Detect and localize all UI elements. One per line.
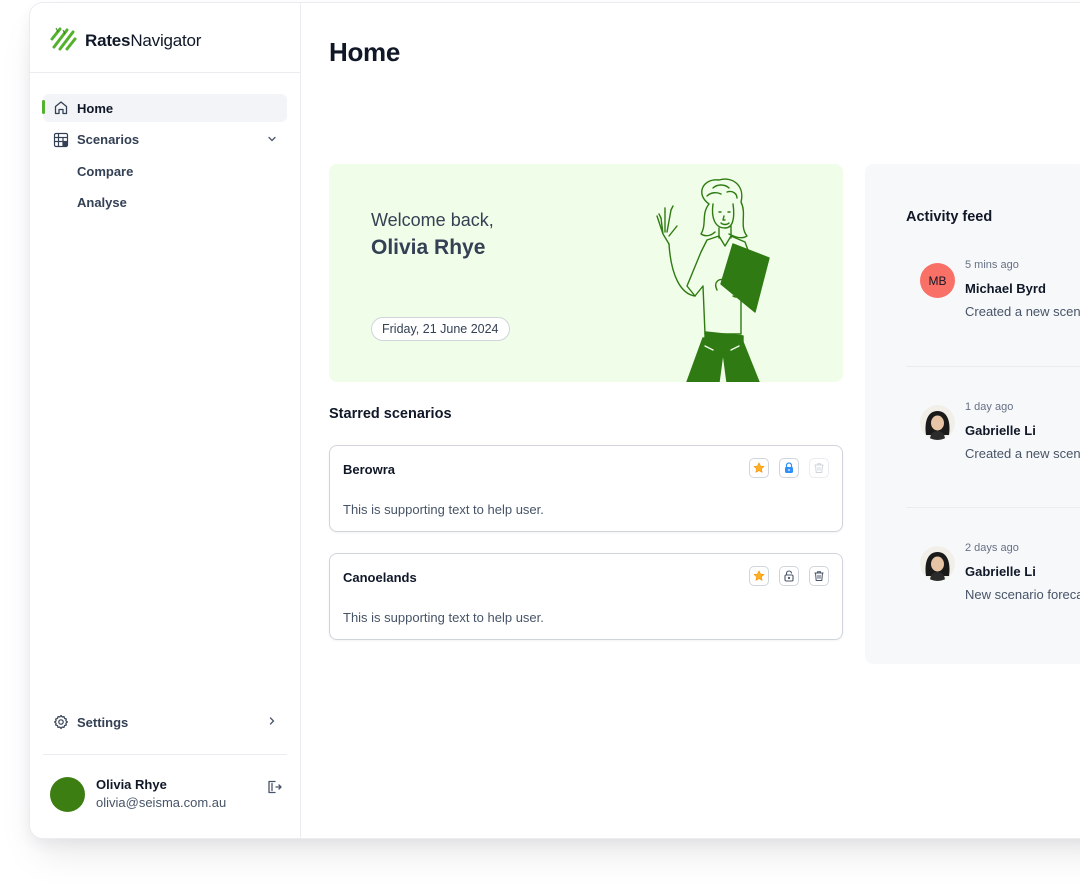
sidebar-divider bbox=[43, 754, 287, 755]
scenario-name: Berowra bbox=[343, 462, 396, 477]
logo-icon bbox=[50, 25, 77, 56]
date-badge: Friday, 21 June 2024 bbox=[371, 317, 510, 341]
user-email: olivia@seisma.com.au bbox=[96, 795, 227, 810]
activity-user: Gabrielle Li bbox=[965, 423, 1036, 438]
sidebar-divider bbox=[30, 72, 300, 73]
page-title: Home bbox=[329, 37, 401, 67]
lock-button[interactable] bbox=[779, 458, 799, 478]
sidebar-item-settings[interactable]: Settings bbox=[43, 708, 287, 736]
chevron-right-icon bbox=[267, 716, 277, 726]
sidebar: RatesNavigator Home Scenarios Compare An… bbox=[30, 3, 301, 838]
scenario-description: This is supporting text to help user. bbox=[343, 610, 544, 625]
activity-divider bbox=[906, 507, 1080, 508]
sidebar-item-scenarios[interactable]: Scenarios bbox=[43, 126, 287, 154]
welcome-name: Olivia Rhye bbox=[371, 236, 486, 259]
starred-scenarios-title: Starred scenarios bbox=[329, 406, 452, 422]
lock-button[interactable] bbox=[779, 566, 799, 586]
chevron-down-icon[interactable] bbox=[267, 134, 277, 144]
sidebar-item-label: Compare bbox=[77, 163, 134, 179]
scenario-card[interactable]: Berowra This is supporting text to help … bbox=[329, 445, 843, 532]
sidebar-item-label: Scenarios bbox=[77, 132, 140, 147]
user-name: Olivia Rhye bbox=[96, 777, 167, 792]
app-window: RatesNavigator Home Scenarios Compare An… bbox=[29, 2, 1080, 839]
avatar bbox=[920, 405, 955, 440]
unlock-icon bbox=[784, 570, 794, 582]
avatar bbox=[50, 776, 85, 812]
activity-user: Gabrielle Li bbox=[965, 564, 1036, 579]
delete-button[interactable] bbox=[809, 566, 829, 586]
activity-time: 1 day ago bbox=[965, 401, 1014, 413]
trash-icon bbox=[814, 571, 824, 581]
activity-divider bbox=[906, 366, 1080, 367]
trash-icon bbox=[814, 463, 824, 473]
sidebar-item-analyse[interactable]: Analyse bbox=[43, 189, 287, 217]
activity-description: New scenario foreca bbox=[965, 587, 1080, 602]
welcome-card: Welcome back, Olivia Rhye Friday, 21 Jun… bbox=[329, 164, 843, 382]
sidebar-item-compare[interactable]: Compare bbox=[43, 157, 287, 185]
activity-user: Michael Byrd bbox=[965, 281, 1046, 296]
star-icon bbox=[753, 462, 765, 473]
delete-button[interactable] bbox=[809, 458, 829, 478]
sidebar-item-label: Analyse bbox=[77, 195, 127, 210]
waving-person-illustration bbox=[647, 174, 797, 382]
activity-feed-title: Activity feed bbox=[906, 209, 993, 225]
settings-label: Settings bbox=[77, 714, 129, 730]
star-button[interactable] bbox=[749, 458, 769, 478]
sidebar-nav: Home Scenarios Compare Analyse bbox=[42, 94, 287, 220]
logo[interactable]: RatesNavigator bbox=[50, 25, 201, 56]
home-icon bbox=[53, 100, 69, 116]
avatar bbox=[920, 546, 955, 581]
scenario-description: This is supporting text to help user. bbox=[343, 502, 544, 517]
avatar: MB bbox=[920, 263, 955, 298]
activity-description: Created a new scen bbox=[965, 304, 1080, 319]
lock-icon bbox=[785, 462, 793, 473]
activity-time: 2 days ago bbox=[965, 542, 1019, 554]
star-icon bbox=[753, 570, 765, 581]
sidebar-item-label: Home bbox=[77, 100, 114, 116]
activity-description: Created a new scen bbox=[965, 446, 1080, 461]
activity-feed: Activity feed MB 5 mins ago Michael Byrd… bbox=[865, 164, 1080, 664]
sidebar-item-home[interactable]: Home bbox=[42, 94, 287, 122]
logo-text: RatesNavigator bbox=[85, 30, 202, 50]
scenario-name: Canoelands bbox=[343, 570, 417, 585]
activity-time: 5 mins ago bbox=[965, 259, 1019, 271]
user-profile[interactable]: Olivia Rhye olivia@seisma.com.au bbox=[50, 776, 226, 812]
scenario-card[interactable]: Canoelands This is supporting text to he… bbox=[329, 553, 843, 640]
gear-icon bbox=[53, 714, 69, 730]
welcome-greeting: Welcome back, bbox=[371, 210, 494, 230]
logout-icon[interactable] bbox=[266, 779, 282, 795]
star-button[interactable] bbox=[749, 566, 769, 586]
table-grid-icon bbox=[53, 132, 69, 148]
